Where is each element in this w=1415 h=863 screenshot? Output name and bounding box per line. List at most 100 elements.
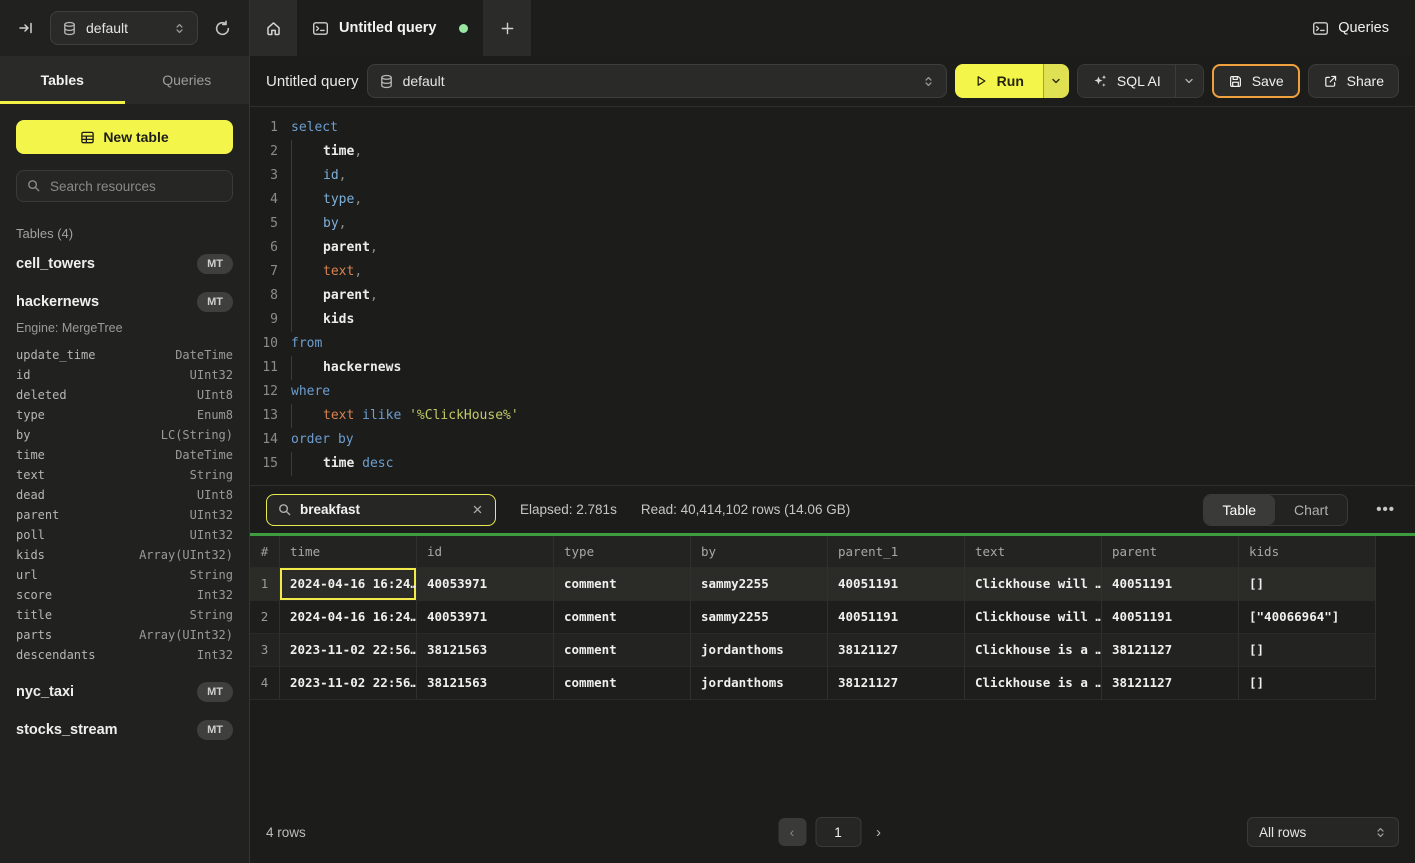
- share-button[interactable]: Share: [1308, 64, 1399, 98]
- collapse-sidebar-button[interactable]: [14, 16, 38, 40]
- column-row[interactable]: kidsArray(UInt32): [16, 545, 233, 565]
- search-resources-input[interactable]: [16, 170, 233, 202]
- page-number[interactable]: 1: [815, 817, 861, 847]
- column-row[interactable]: scoreInt32: [16, 585, 233, 605]
- run-button[interactable]: Run: [955, 64, 1043, 98]
- table-cell[interactable]: Clickhouse is a …: [965, 667, 1102, 700]
- query-database-selector[interactable]: default: [367, 64, 947, 98]
- editor-line[interactable]: 2time,: [250, 140, 1415, 164]
- editor-line[interactable]: 9kids: [250, 308, 1415, 332]
- table-cell[interactable]: 38121127: [828, 667, 965, 700]
- column-header[interactable]: text: [965, 536, 1102, 568]
- column-row[interactable]: textString: [16, 465, 233, 485]
- column-row[interactable]: urlString: [16, 565, 233, 585]
- table-item-stocks-stream[interactable]: stocks_stream MT: [16, 711, 233, 749]
- next-page-button[interactable]: ›: [870, 824, 887, 841]
- more-options-button[interactable]: •••: [1372, 501, 1399, 518]
- results-search-input[interactable]: [300, 502, 462, 517]
- table-cell[interactable]: 38121127: [1102, 634, 1239, 667]
- editor-line[interactable]: 11hackernews: [250, 356, 1415, 380]
- table-cell[interactable]: jordanthoms: [691, 667, 828, 700]
- table-cell[interactable]: 2024-04-16 16:24…: [280, 568, 417, 601]
- column-row[interactable]: byLC(String): [16, 425, 233, 445]
- column-row[interactable]: descendantsInt32: [16, 645, 233, 665]
- column-header[interactable]: time: [280, 536, 417, 568]
- new-tab-button[interactable]: [483, 0, 531, 56]
- table-cell[interactable]: ["40066964"]: [1239, 601, 1376, 634]
- sql-ai-options-button[interactable]: [1175, 65, 1203, 97]
- table-cell[interactable]: 2024-04-16 16:24…: [280, 601, 417, 634]
- column-row[interactable]: partsArray(UInt32): [16, 625, 233, 645]
- queries-button[interactable]: Queries: [1286, 0, 1415, 56]
- view-toggle-chart[interactable]: Chart: [1275, 495, 1347, 525]
- table-cell[interactable]: 38121563: [417, 667, 554, 700]
- column-row[interactable]: typeEnum8: [16, 405, 233, 425]
- column-header[interactable]: parent: [1102, 536, 1239, 568]
- column-header[interactable]: #: [250, 536, 280, 568]
- column-row[interactable]: titleString: [16, 605, 233, 625]
- table-cell[interactable]: comment: [554, 601, 691, 634]
- clear-search-button[interactable]: [470, 502, 485, 517]
- column-header[interactable]: type: [554, 536, 691, 568]
- table-cell[interactable]: Clickhouse is a …: [965, 634, 1102, 667]
- editor-line[interactable]: 10from: [250, 332, 1415, 356]
- table-item-hackernews[interactable]: hackernews MT: [16, 283, 233, 321]
- column-header[interactable]: by: [691, 536, 828, 568]
- table-item-cell-towers[interactable]: cell_towers MT: [16, 245, 233, 283]
- table-cell[interactable]: jordanthoms: [691, 634, 828, 667]
- tab-tables[interactable]: Tables: [0, 56, 125, 104]
- column-header[interactable]: id: [417, 536, 554, 568]
- column-row[interactable]: idUInt32: [16, 365, 233, 385]
- page-size-selector[interactable]: All rows: [1247, 817, 1399, 847]
- table-cell[interactable]: 38121127: [1102, 667, 1239, 700]
- table-cell[interactable]: []: [1239, 568, 1376, 601]
- sql-editor[interactable]: 1select2time,3id,4type,5by,6parent,7text…: [250, 107, 1415, 485]
- table-cell[interactable]: 40053971: [417, 568, 554, 601]
- table-cell[interactable]: 2023-11-02 22:56…: [280, 667, 417, 700]
- database-selector[interactable]: default: [50, 11, 198, 45]
- tab-untitled-query[interactable]: Untitled query: [297, 0, 483, 56]
- editor-line[interactable]: 14order by: [250, 428, 1415, 452]
- prev-page-button[interactable]: ‹: [778, 818, 806, 846]
- home-button[interactable]: [250, 0, 297, 56]
- column-header[interactable]: parent_1: [828, 536, 965, 568]
- column-row[interactable]: timeDateTime: [16, 445, 233, 465]
- editor-line[interactable]: 4type,: [250, 188, 1415, 212]
- sql-ai-button[interactable]: SQL AI: [1078, 65, 1175, 97]
- editor-line[interactable]: 1select: [250, 116, 1415, 140]
- column-row[interactable]: update_timeDateTime: [16, 345, 233, 365]
- column-header[interactable]: kids: [1239, 536, 1376, 568]
- table-cell[interactable]: 40053971: [417, 601, 554, 634]
- view-toggle-table[interactable]: Table: [1204, 495, 1275, 525]
- editor-line[interactable]: 13text ilike '%ClickHouse%': [250, 404, 1415, 428]
- table-cell[interactable]: comment: [554, 568, 691, 601]
- column-row[interactable]: deadUInt8: [16, 485, 233, 505]
- editor-line[interactable]: 6parent,: [250, 236, 1415, 260]
- editor-line[interactable]: 3id,: [250, 164, 1415, 188]
- editor-line[interactable]: 7text,: [250, 260, 1415, 284]
- table-cell[interactable]: 38121127: [828, 634, 965, 667]
- table-cell[interactable]: 38121563: [417, 634, 554, 667]
- table-cell[interactable]: 40051191: [828, 601, 965, 634]
- save-button[interactable]: Save: [1212, 64, 1300, 98]
- table-item-nyc-taxi[interactable]: nyc_taxi MT: [16, 673, 233, 711]
- table-cell[interactable]: 40051191: [1102, 601, 1239, 634]
- run-options-button[interactable]: [1043, 64, 1069, 98]
- refresh-button[interactable]: [210, 16, 235, 41]
- table-cell[interactable]: 40051191: [1102, 568, 1239, 601]
- editor-line[interactable]: 5by,: [250, 212, 1415, 236]
- editor-line[interactable]: 8parent,: [250, 284, 1415, 308]
- table-cell[interactable]: Clickhouse will …: [965, 568, 1102, 601]
- table-cell[interactable]: []: [1239, 667, 1376, 700]
- table-cell[interactable]: sammy2255: [691, 568, 828, 601]
- table-cell[interactable]: Clickhouse will …: [965, 601, 1102, 634]
- editor-line[interactable]: 12where: [250, 380, 1415, 404]
- table-cell[interactable]: 2023-11-02 22:56…: [280, 634, 417, 667]
- column-row[interactable]: pollUInt32: [16, 525, 233, 545]
- table-cell[interactable]: comment: [554, 667, 691, 700]
- new-table-button[interactable]: New table: [16, 120, 233, 154]
- table-cell[interactable]: sammy2255: [691, 601, 828, 634]
- column-row[interactable]: deletedUInt8: [16, 385, 233, 405]
- editor-line[interactable]: 15time desc: [250, 452, 1415, 476]
- table-cell[interactable]: 40051191: [828, 568, 965, 601]
